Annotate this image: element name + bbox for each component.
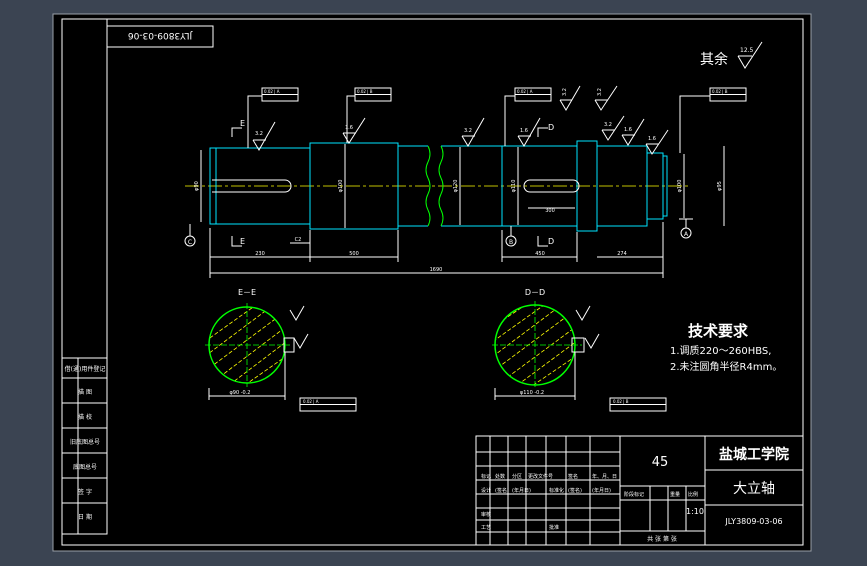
tech-item-2: 2.未注圆角半径R4mm。	[670, 360, 782, 373]
tolerance-5: 0.02 | A	[303, 399, 319, 404]
tb-header-4: 更改文件号	[528, 473, 553, 480]
tb-bottom-3: 批准	[549, 524, 559, 531]
dim-d5: φ100	[677, 180, 683, 193]
tolerance-3: 0.02 | A	[517, 89, 533, 94]
roughness-2: 1.6	[345, 125, 353, 131]
tech-title: 技术要求	[688, 322, 749, 340]
tb-design-5: (签名)	[568, 487, 582, 494]
dim-total: 1690	[430, 267, 443, 273]
tb-school: 盐城工学院	[719, 446, 789, 463]
dim-l4: 274	[617, 251, 627, 257]
dim-l3: 450	[535, 251, 545, 257]
surface-rest-value: 12.5	[740, 47, 754, 54]
tb-design-1: 设计	[481, 487, 491, 494]
dim-d4: φ110	[511, 180, 517, 193]
sidebar-row-7: 日 期	[78, 513, 92, 521]
tb-sheet-text: 共 张 第 张	[647, 535, 677, 543]
roughness-7: 1.6	[624, 127, 632, 133]
dim-d6: φ95	[717, 181, 723, 191]
roughness-9: 3.2	[597, 88, 603, 96]
sidebar-row-2: 描 图	[78, 388, 92, 396]
drawing-sheet	[52, 13, 812, 552]
tb-material: 45	[652, 455, 669, 470]
rotated-code-text: JLY3809-03-06	[128, 30, 194, 40]
dim-d3: φ120	[453, 180, 459, 193]
dim-keyway: 300	[545, 208, 555, 214]
roughness-4: 1.6	[520, 128, 528, 134]
sidebar-row-5: 底图总号	[73, 463, 97, 471]
dim-c1: C2	[295, 237, 302, 243]
section-e-dim: φ90 -0.2	[229, 390, 250, 396]
roughness-1: 3.2	[255, 131, 263, 137]
sidebar-row-4: 旧底图总号	[70, 438, 100, 446]
tolerance-4: 0.02 | B	[712, 89, 728, 94]
tb-part-name: 大立轴	[733, 481, 775, 497]
tolerance-2: 0.02 | B	[357, 89, 373, 94]
tb-design-4: 标准化	[549, 487, 564, 494]
tb-header-6: 年、月、日	[592, 473, 617, 480]
roughness-8: 3.2	[562, 88, 568, 96]
section-mark-e-top: E	[240, 119, 245, 128]
tb-header-2: 处数	[495, 473, 505, 480]
tb-design-2: (签名)	[495, 487, 509, 494]
tb-header-5: 签名	[568, 473, 578, 480]
drawing-canvas: JLY3809-03-06 其余 12.5 φ90 φ100 φ120 φ110…	[52, 13, 812, 552]
roughness-3: 3.2	[464, 128, 472, 134]
tb-scale-label: 比例	[688, 491, 698, 498]
tb-header-1: 标记	[481, 473, 491, 480]
dim-l2: 500	[349, 251, 359, 257]
tb-bottom-2: 工艺	[481, 525, 491, 531]
tb-design-6: (年月日)	[592, 487, 611, 494]
tb-bottom-1: 审核	[481, 511, 491, 518]
tb-weight-label: 重量	[670, 491, 680, 498]
cad-viewport: JLY3809-03-06 其余 12.5 φ90 φ100 φ120 φ110…	[0, 0, 867, 562]
tb-header-3: 分区	[512, 473, 522, 480]
tb-design-3: (年月日)	[512, 487, 531, 494]
section-d-label: D－D	[525, 288, 545, 297]
dim-d1: φ90	[194, 181, 200, 191]
section-mark-d-bottom: D	[548, 237, 554, 246]
surface-rest-label: 其余	[700, 51, 728, 68]
datum-b-label: B	[509, 239, 513, 246]
dim-d2: φ100	[338, 180, 344, 193]
roughness-6: 1.6	[648, 136, 656, 142]
sidebar-row-6: 签 字	[78, 488, 92, 496]
section-d-dim: φ110 -0.2	[520, 390, 544, 396]
tolerance-6: 0.02 | B	[613, 399, 629, 404]
tech-item-1: 1.调质220～260HBS,	[670, 345, 771, 357]
tb-drawing-no: JLY3809-03-06	[724, 517, 782, 526]
roughness-5: 3.2	[604, 122, 612, 128]
section-e-label: E－E	[238, 288, 256, 297]
datum-c-label: C	[188, 239, 192, 246]
tb-stage-label: 阶段标记	[624, 491, 644, 498]
sidebar-row-1: 借(通)用件登记	[65, 365, 106, 373]
section-mark-e-bottom: E	[240, 237, 245, 246]
tolerance-1: 0.02 | A	[264, 89, 280, 94]
sidebar-row-3: 描 校	[78, 413, 92, 421]
section-mark-d-top: D	[548, 123, 554, 132]
tb-scale: 1:10	[686, 507, 704, 516]
dim-l1: 230	[255, 251, 265, 257]
